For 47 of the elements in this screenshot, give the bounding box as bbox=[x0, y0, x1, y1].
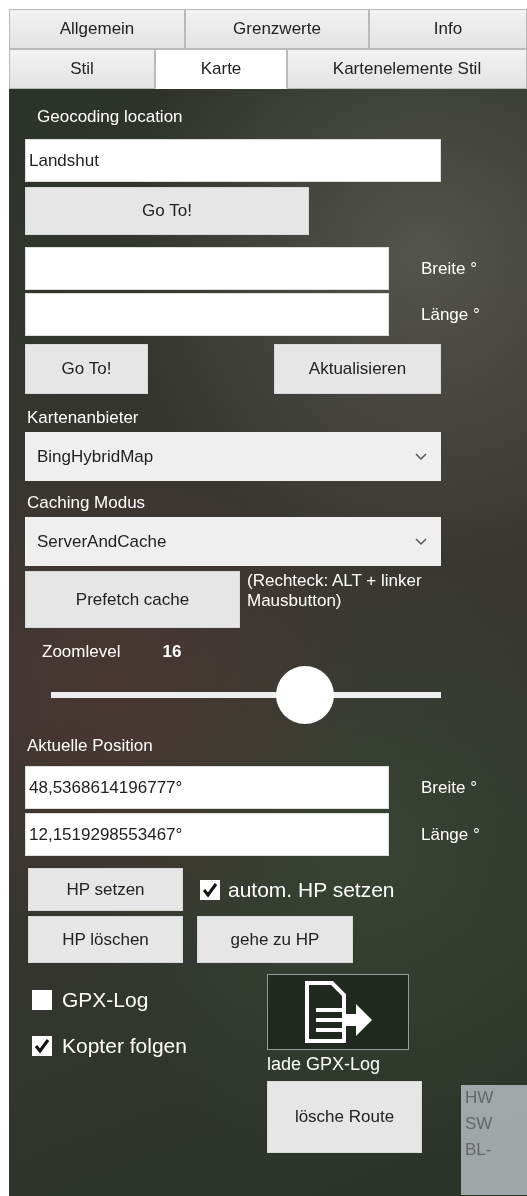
slider-thumb[interactable] bbox=[275, 666, 334, 724]
go-to-button[interactable]: Go To! bbox=[25, 187, 309, 235]
tab[interactable]: Stil bbox=[9, 49, 155, 89]
info-text: BL- bbox=[465, 1139, 493, 1161]
input-field[interactable]: Landshut bbox=[25, 139, 441, 182]
section-label: Kartenanbieter bbox=[26, 408, 140, 428]
tab[interactable]: Kartenelemente Stil bbox=[287, 49, 527, 89]
checkbox[interactable] bbox=[32, 1036, 52, 1056]
section-label: Caching Modus bbox=[26, 493, 147, 513]
tab[interactable]: Grenzwerte bbox=[185, 9, 369, 49]
prefetch-button[interactable]: Prefetch cache bbox=[25, 571, 240, 628]
field-label: Breite ° bbox=[420, 777, 477, 798]
zoom-label: Zoomlevel bbox=[41, 642, 121, 662]
load-file-button[interactable] bbox=[267, 974, 409, 1050]
set-home-button[interactable]: HP setzen bbox=[28, 868, 183, 911]
document-arrow-icon bbox=[302, 980, 374, 1044]
input-field[interactable] bbox=[25, 247, 389, 290]
field-label: Breite ° bbox=[420, 258, 477, 279]
go-to-button[interactable]: Go To! bbox=[25, 344, 148, 394]
delete-home-button[interactable]: HP löschen bbox=[28, 916, 183, 963]
info-text: HW bbox=[465, 1087, 495, 1109]
dropdown[interactable]: ServerAndCache bbox=[25, 517, 441, 566]
refresh-button[interactable]: Aktualisieren bbox=[274, 344, 441, 394]
tab[interactable]: Info bbox=[369, 9, 527, 49]
zoom-value: 16 bbox=[161, 642, 182, 662]
input-field[interactable] bbox=[25, 293, 389, 336]
field-label: Länge ° bbox=[420, 824, 480, 845]
hint-text: (Rechteck: ALT + linker Mausbutton) bbox=[247, 571, 423, 612]
load-file-label: lade GPX-Log bbox=[267, 1054, 381, 1075]
tab[interactable]: Karte bbox=[155, 49, 287, 89]
section-label: Aktuelle Position bbox=[26, 736, 154, 756]
clear-route-button[interactable]: lösche Route bbox=[267, 1081, 422, 1153]
checkbox-label: GPX-Log bbox=[62, 988, 149, 1012]
tab[interactable]: Allgemein bbox=[9, 9, 185, 49]
checkbox[interactable] bbox=[200, 879, 220, 900]
input-field[interactable]: 12,1519298553467° bbox=[25, 813, 389, 856]
info-text: SW bbox=[465, 1113, 494, 1135]
checkbox[interactable] bbox=[32, 990, 52, 1010]
checkbox-label: autom. HP setzen bbox=[228, 877, 395, 902]
section-label: Geocoding location bbox=[36, 107, 184, 127]
chevron-down-icon bbox=[415, 537, 427, 546]
chevron-down-icon bbox=[415, 452, 427, 461]
checkbox-label: Kopter folgen bbox=[62, 1034, 187, 1058]
field-label: Länge ° bbox=[420, 304, 480, 325]
go-home-button[interactable]: gehe zu HP bbox=[197, 916, 353, 963]
dropdown[interactable]: BingHybridMap bbox=[25, 432, 441, 481]
input-field[interactable]: 48,5368614196777° bbox=[25, 766, 389, 809]
